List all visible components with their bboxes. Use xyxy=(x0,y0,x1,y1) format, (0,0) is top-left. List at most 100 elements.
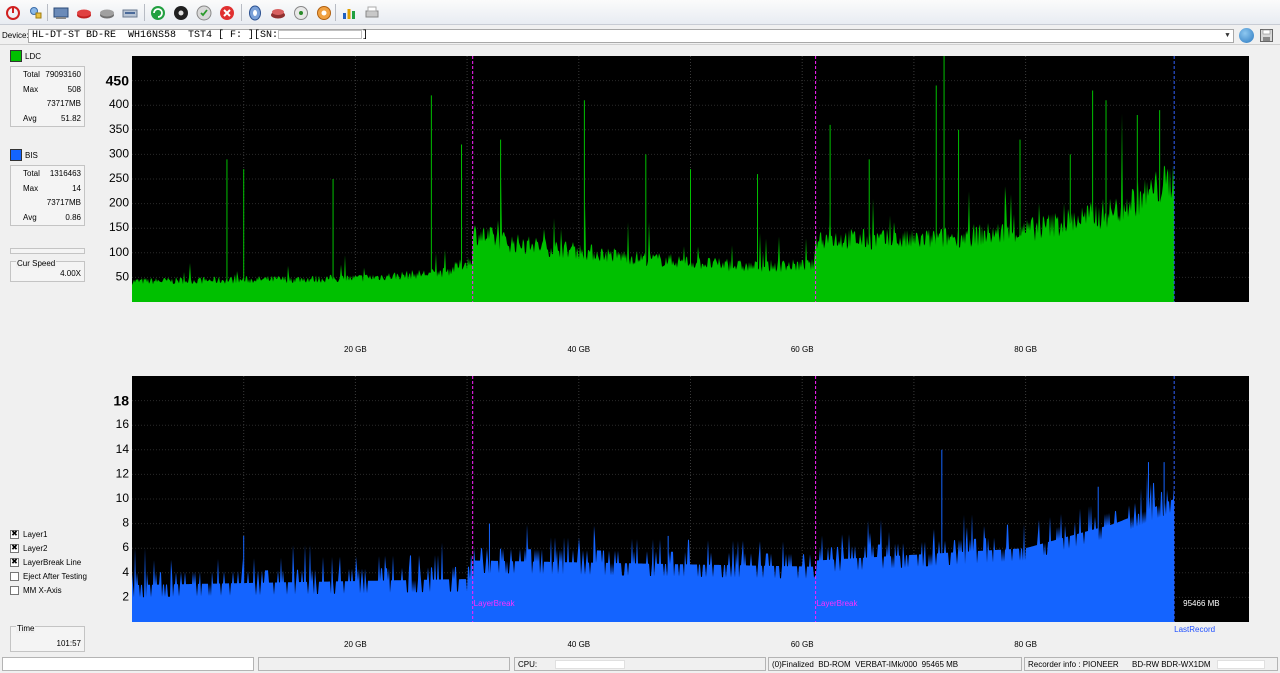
status-bar: CPU: (0)Finalized BD-ROM VERBAT-IMk/000 … xyxy=(0,656,1280,673)
print-icon[interactable] xyxy=(362,3,381,22)
cur-speed-label: Cur Speed xyxy=(16,259,57,268)
time-value: 101:57 xyxy=(56,639,81,648)
y-tick-label: 50 xyxy=(116,269,130,283)
last-record-label: LastRecord xyxy=(1174,625,1215,634)
ldc-stat-value: 79093160 xyxy=(45,69,81,79)
device-suffix: ] xyxy=(362,30,369,42)
go-icon[interactable] xyxy=(1239,28,1254,43)
ldc-legend: LDC xyxy=(10,50,41,62)
bis-stat-label: Total xyxy=(23,168,40,178)
status-progress xyxy=(2,657,254,671)
device-name: HL-DT-ST BD-RE WH16NS58 TST4 [ F: ][SN: xyxy=(32,30,279,42)
x-tick-label: 40 GB xyxy=(567,345,590,354)
option-label: Eject After Testing xyxy=(23,571,87,581)
ldc-stat-label: Avg xyxy=(23,113,37,123)
toolbar-separator xyxy=(144,4,145,21)
status-panel xyxy=(258,657,510,671)
bis-legend: BIS xyxy=(10,149,38,161)
disc-gray-icon[interactable] xyxy=(97,3,116,22)
y-tick-label: 200 xyxy=(109,196,129,210)
checkbox-box[interactable]: ✖ xyxy=(10,529,19,539)
y-tick-label: 12 xyxy=(116,466,130,480)
ldc-swatch xyxy=(10,50,22,62)
drive-info-icon[interactable] xyxy=(51,3,70,22)
toolbar-separator xyxy=(335,4,336,21)
bis-stat-label: Max xyxy=(23,183,39,193)
disc-red-icon[interactable] xyxy=(74,3,93,22)
option-label: MM X-Axis xyxy=(23,585,62,595)
x-tick-label: 20 GB xyxy=(344,345,367,354)
layerbreak-line-checkbox[interactable]: ✖ LayerBreak Line xyxy=(10,556,81,568)
bis-chart: LayerBreak LayerBreak 95466 MB LastRecord 2 4… xyxy=(90,372,1278,650)
save-icon[interactable] xyxy=(1259,28,1274,43)
layer2-checkbox[interactable]: ✖ Layer2 xyxy=(10,542,47,554)
ldc-chart-svg: 50 100 150 200 250 300 350 400 450 20 GB 40 GB 60 G… xyxy=(106,56,1249,354)
ldc-stat-value: 73717MB xyxy=(46,99,81,109)
ldc-name: LDC xyxy=(25,51,42,61)
power-icon[interactable] xyxy=(3,3,22,22)
copy-icon[interactable] xyxy=(291,3,310,22)
ldc-stat-value: 508 xyxy=(67,84,81,94)
cd-drive-icon[interactable] xyxy=(171,3,190,22)
scan-icon[interactable] xyxy=(120,3,139,22)
bis-stats: Total 1316463 Max 14 73717MB Avg 0.86 xyxy=(10,165,85,226)
ldc-stat-value: 51.82 xyxy=(60,113,81,123)
bis-name: BIS xyxy=(25,150,38,160)
y-tick-label: 4 xyxy=(122,565,129,579)
layer1-checkbox[interactable]: ✖ Layer1 xyxy=(10,528,47,540)
chart-icon[interactable] xyxy=(339,3,358,22)
eraser-icon[interactable] xyxy=(268,3,287,22)
stop-icon[interactable] xyxy=(217,3,236,22)
bis-stat-value: 0.86 xyxy=(65,212,81,222)
refresh-icon[interactable] xyxy=(148,3,167,22)
toolbar xyxy=(0,0,1280,25)
layer-break-label: LayerBreak xyxy=(817,599,859,608)
cpu-label: CPU: xyxy=(518,659,538,669)
ldc-stat-label: Total xyxy=(23,69,40,79)
disc-info: (0)Finalized BD-ROM VERBAT-IMk/000 95465… xyxy=(772,659,959,669)
disc-info-panel: (0)Finalized BD-ROM VERBAT-IMk/000 95465… xyxy=(768,657,1022,671)
eject-after-testing-checkbox[interactable]: Eject After Testing xyxy=(10,570,87,582)
y-max-label: 450 xyxy=(106,73,130,89)
device-label: Device: xyxy=(2,31,29,40)
end-size-label: 95466 MB xyxy=(1183,599,1219,608)
bis-stat-label: Avg xyxy=(23,212,37,222)
y-tick-label: 100 xyxy=(109,245,129,259)
y-tick-label: 14 xyxy=(116,442,130,456)
y-tick-label: 8 xyxy=(122,516,129,530)
mm-x-axis-checkbox[interactable]: MM X-Axis xyxy=(10,584,62,596)
device-select[interactable]: HL-DT-ST BD-RE WH16NS58 TST4 [ F: ][SN:]… xyxy=(28,29,1234,43)
layer-break-label: LayerBreak xyxy=(474,599,516,608)
x-tick-label: 60 GB xyxy=(791,640,814,649)
bis-chart-svg: LayerBreak LayerBreak 95466 MB LastRecord 2 4… xyxy=(113,376,1249,649)
disc-blue-icon[interactable] xyxy=(245,3,264,22)
recorder-info-panel: Recorder info : PIONEER BD-RW BDR-WX1DM xyxy=(1024,657,1278,671)
cur-speed-box: Cur Speed 4.00X xyxy=(10,259,85,282)
sidebar: LDC Total 79093160 Max 508 73717MB Avg 51.8… xyxy=(7,47,87,654)
burn-icon[interactable] xyxy=(194,3,213,22)
bis-stat-value: 73717MB xyxy=(46,198,81,208)
checkbox-box[interactable]: ✖ xyxy=(10,543,19,553)
chevron-down-icon[interactable]: ▼ xyxy=(1222,30,1233,42)
toolbar-separator xyxy=(47,4,48,21)
option-label: Layer1 xyxy=(23,529,48,539)
y-tick-label: 2 xyxy=(122,589,129,603)
checkbox-box[interactable]: ✖ xyxy=(10,557,19,567)
recorder-meter xyxy=(1216,659,1265,669)
settings-icon[interactable] xyxy=(314,3,333,22)
x-tick-label: 40 GB xyxy=(567,640,590,649)
tools-icon[interactable] xyxy=(26,3,45,22)
time-label: Time xyxy=(16,624,36,633)
checkbox-box[interactable] xyxy=(10,571,19,581)
time-box: Time 101:57 xyxy=(10,624,85,652)
bis-swatch xyxy=(10,149,22,161)
y-max-label: 18 xyxy=(113,393,129,409)
cpu-meter xyxy=(555,659,626,669)
y-tick-label: 16 xyxy=(116,417,130,431)
recorder-info: Recorder info : PIONEER BD-RW BDR-WX1DM xyxy=(1028,659,1211,669)
ldc-stat-label: Max xyxy=(23,84,39,94)
y-tick-label: 150 xyxy=(109,220,129,234)
checkbox-box[interactable] xyxy=(10,585,19,595)
ldc-chart: 50 100 150 200 250 300 350 400 450 20 GB 40 GB 60 G… xyxy=(90,52,1278,358)
x-tick-label: 60 GB xyxy=(791,345,814,354)
